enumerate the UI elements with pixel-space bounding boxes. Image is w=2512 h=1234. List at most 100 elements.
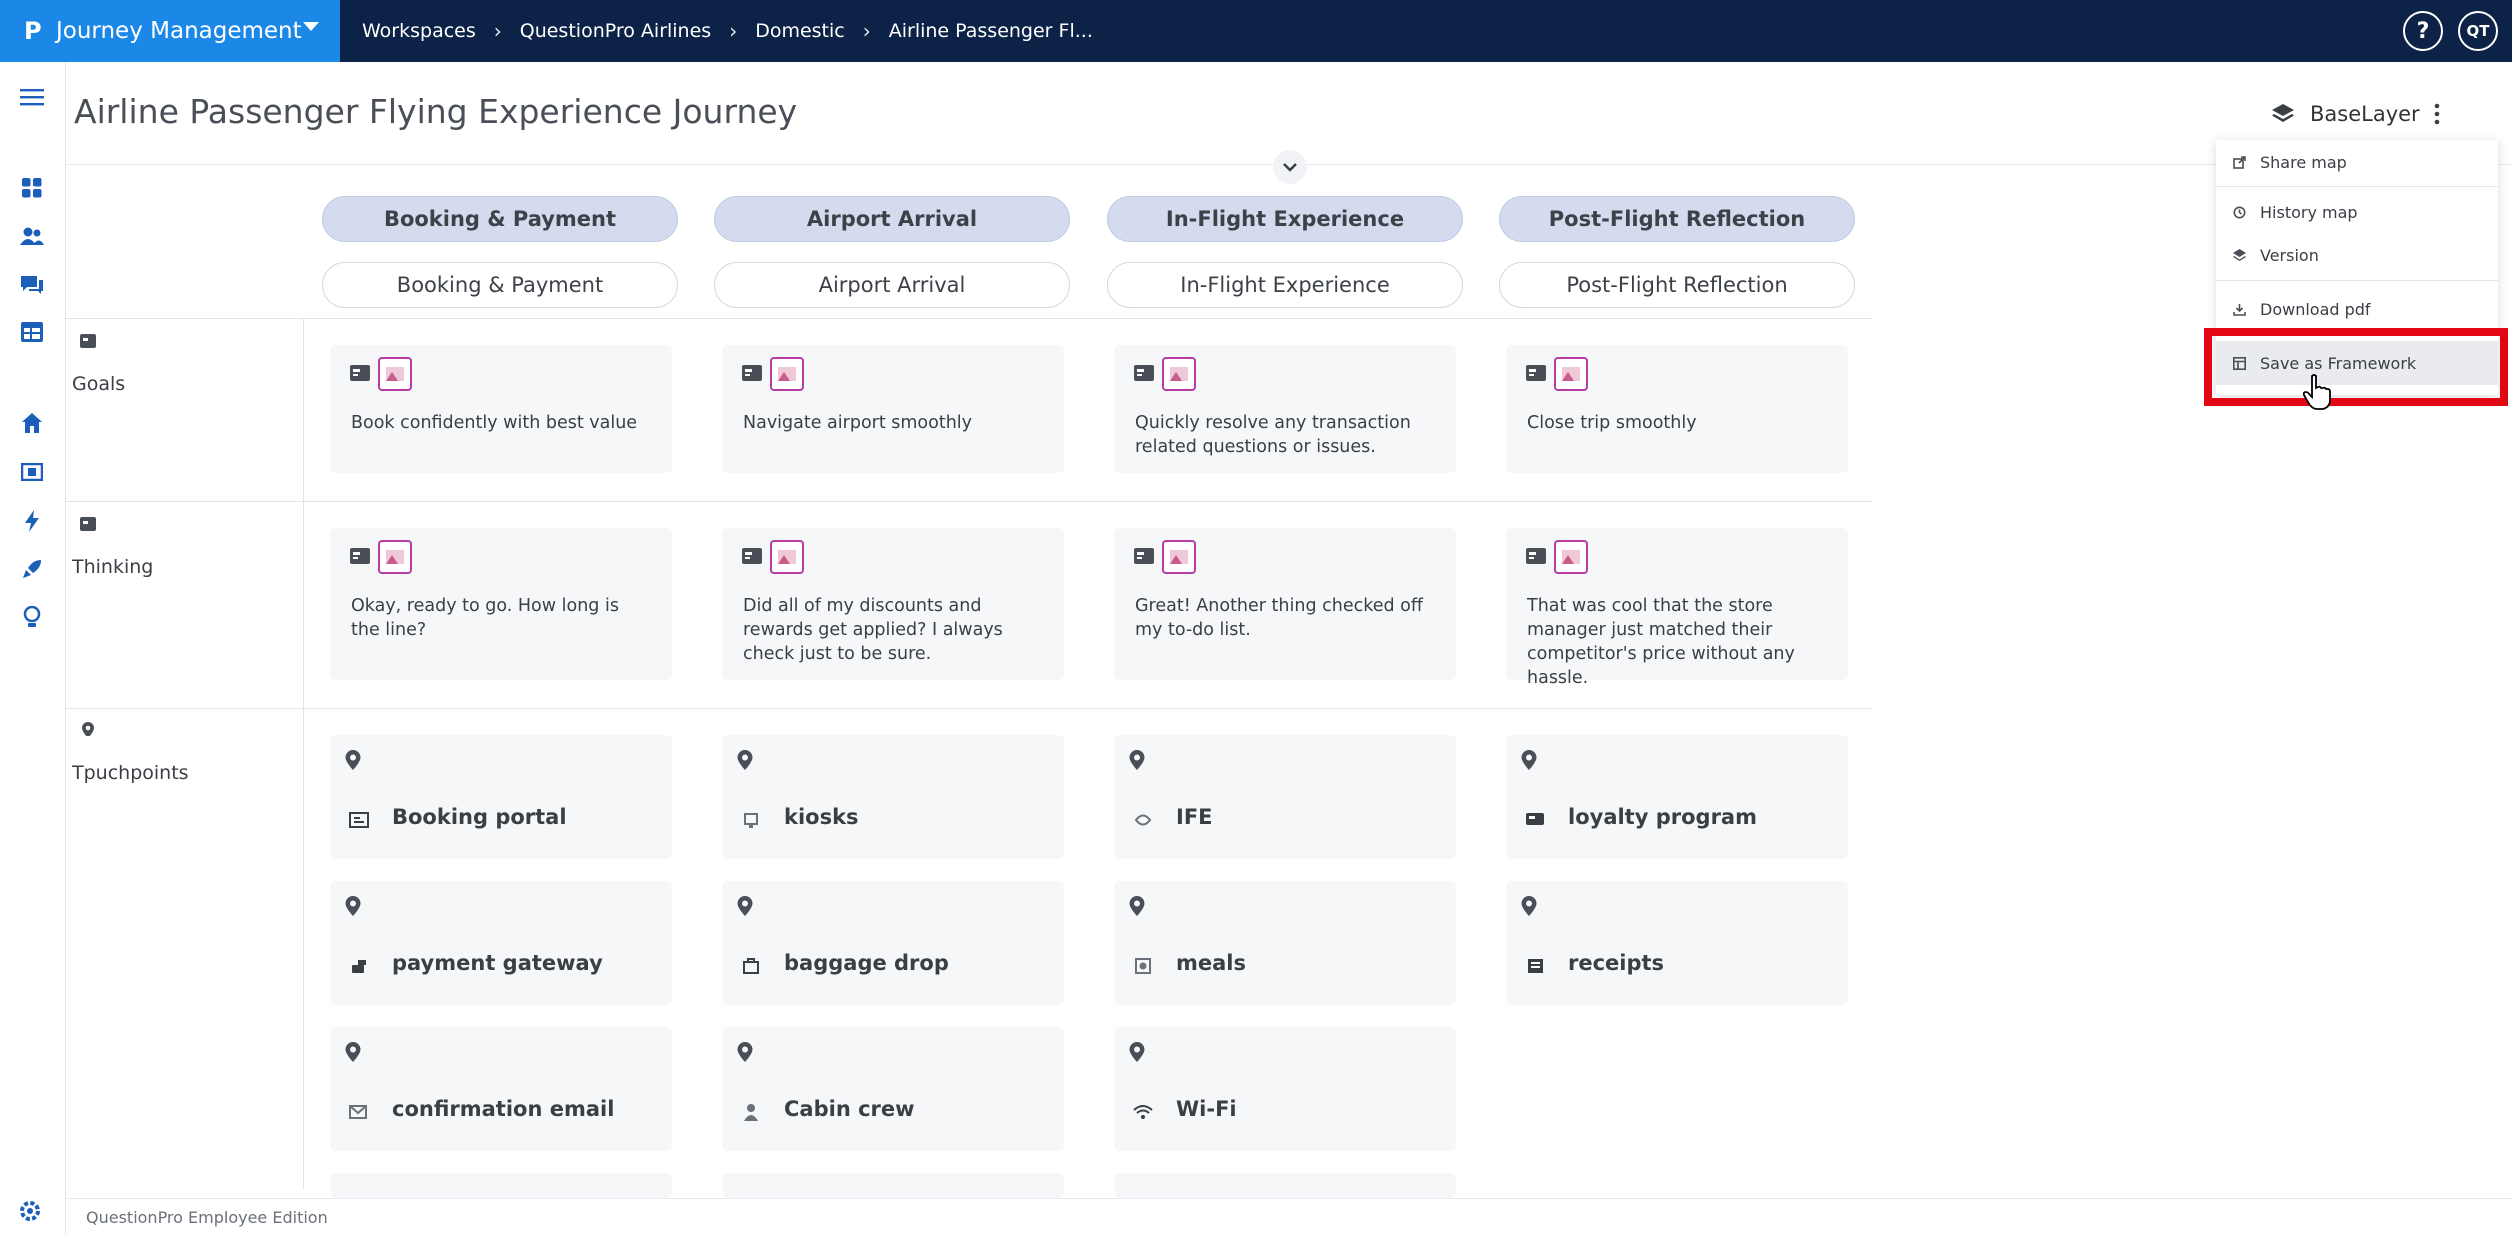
touchpoint-card[interactable]: receipts bbox=[1506, 881, 1848, 1005]
persona-image-icon[interactable] bbox=[378, 540, 412, 574]
lightbulb-icon[interactable] bbox=[19, 604, 45, 630]
sidebar bbox=[0, 62, 66, 1234]
help-button[interactable]: ? bbox=[2403, 11, 2443, 51]
thinking-card[interactable]: Great! Another thing checked off my to-d… bbox=[1114, 528, 1456, 680]
goal-card[interactable]: Close trip smoothly bbox=[1506, 345, 1848, 473]
breadcrumb-folder[interactable]: Domestic bbox=[755, 20, 845, 42]
persona-image-icon[interactable] bbox=[1554, 540, 1588, 574]
menu-item-label: Download pdf bbox=[2260, 299, 2371, 319]
thinking-card[interactable]: That was cool that the store manager jus… bbox=[1506, 528, 1848, 688]
more-vertical-icon[interactable] bbox=[2434, 103, 2440, 125]
card-text: Quickly resolve any transaction related … bbox=[1135, 413, 1411, 457]
questionpro-logo: P bbox=[24, 17, 42, 45]
location-pin-icon bbox=[1521, 750, 1537, 770]
footer: QuestionPro Employee Edition bbox=[66, 1198, 2512, 1234]
booking-portal-icon bbox=[348, 811, 370, 829]
substage-pill[interactable]: Airport Arrival bbox=[714, 262, 1070, 308]
breadcrumb-workspaces[interactable]: Workspaces bbox=[362, 20, 476, 42]
crew-icon bbox=[740, 1103, 762, 1121]
substage-pill[interactable]: In-Flight Experience bbox=[1107, 262, 1463, 308]
meal-icon bbox=[1132, 957, 1154, 975]
home-icon[interactable] bbox=[19, 410, 45, 436]
breadcrumb-workspace[interactable]: QuestionPro Airlines bbox=[520, 20, 711, 42]
touchpoint-card[interactable]: Booking portal bbox=[330, 735, 672, 859]
id-card-icon bbox=[1526, 548, 1546, 564]
touchpoint-name: Wi-Fi bbox=[1176, 1097, 1237, 1121]
menu-item-version[interactable]: Version bbox=[2216, 233, 2498, 277]
footer-text: QuestionPro Employee Edition bbox=[86, 1208, 328, 1227]
card-text: Navigate airport smoothly bbox=[743, 413, 973, 433]
location-pin-icon bbox=[1129, 750, 1145, 770]
location-pin-icon bbox=[737, 750, 753, 770]
substage-pill[interactable]: Booking & Payment bbox=[322, 262, 678, 308]
stage-pill[interactable]: Airport Arrival bbox=[714, 196, 1070, 242]
touchpoint-card[interactable]: payment gateway bbox=[330, 881, 672, 1005]
location-pin-icon bbox=[737, 896, 753, 916]
table-icon[interactable] bbox=[19, 319, 45, 345]
touchpoint-card[interactable]: loyalty program bbox=[1506, 735, 1848, 859]
id-card-icon bbox=[742, 365, 762, 381]
card-text: Okay, ready to go. How long is the line? bbox=[351, 596, 619, 640]
goal-card[interactable]: Book confidently with best value bbox=[330, 345, 672, 473]
collapse-header-button[interactable] bbox=[1273, 150, 1307, 184]
breadcrumb: Workspaces › QuestionPro Airlines › Dome… bbox=[362, 0, 1093, 62]
persona-image-icon[interactable] bbox=[1554, 357, 1588, 391]
persona-image-icon[interactable] bbox=[770, 540, 804, 574]
card-text: That was cool that the store manager jus… bbox=[1527, 596, 1795, 688]
id-card-icon bbox=[80, 517, 96, 531]
thinking-card[interactable]: Okay, ready to go. How long is the line? bbox=[330, 528, 672, 680]
touchpoint-card[interactable] bbox=[722, 1173, 1064, 1198]
touchpoint-card[interactable]: IFE bbox=[1114, 735, 1456, 859]
menu-divider bbox=[2216, 186, 2498, 187]
menu-item-download-pdf[interactable]: Download pdf bbox=[2216, 287, 2498, 331]
touchpoint-card[interactable]: meals bbox=[1114, 881, 1456, 1005]
id-card-icon bbox=[1134, 548, 1154, 564]
touchpoint-name: Booking portal bbox=[392, 805, 567, 829]
app-switcher[interactable]: P Journey Management bbox=[0, 0, 340, 62]
touchpoint-card[interactable]: confirmation email bbox=[330, 1027, 672, 1151]
stage-pill[interactable]: Post-Flight Reflection bbox=[1499, 196, 1855, 242]
chevron-right-icon: › bbox=[729, 19, 738, 43]
touchpoint-card[interactable]: kiosks bbox=[722, 735, 1064, 859]
substage-pill[interactable]: Post-Flight Reflection bbox=[1499, 262, 1855, 308]
goal-card[interactable]: Quickly resolve any transaction related … bbox=[1114, 345, 1456, 473]
id-card-icon bbox=[350, 365, 370, 381]
rocket-icon[interactable] bbox=[19, 556, 45, 582]
card-text: Did all of my discounts and rewards get … bbox=[743, 596, 1003, 664]
app-title: Journey Management bbox=[56, 18, 302, 44]
layer-label: BaseLayer bbox=[2310, 102, 2420, 126]
thinking-card[interactable]: Did all of my discounts and rewards get … bbox=[722, 528, 1064, 680]
menu-item-history-map[interactable]: History map bbox=[2216, 190, 2498, 234]
lightning-icon[interactable] bbox=[19, 508, 45, 534]
hamburger-menu-icon[interactable] bbox=[19, 84, 45, 110]
menu-item-label: Share map bbox=[2260, 152, 2347, 172]
touchpoint-card[interactable] bbox=[1114, 1173, 1456, 1198]
stage-pill[interactable]: Booking & Payment bbox=[322, 196, 678, 242]
menu-item-label: History map bbox=[2260, 202, 2358, 222]
touchpoint-name: IFE bbox=[1176, 805, 1213, 829]
persona-image-icon[interactable] bbox=[770, 357, 804, 391]
email-icon bbox=[348, 1103, 370, 1121]
caret-down-icon[interactable] bbox=[303, 22, 319, 31]
journey-icon[interactable] bbox=[19, 459, 45, 485]
touchpoint-name: confirmation email bbox=[392, 1097, 615, 1121]
menu-item-share-map[interactable]: Share map bbox=[2216, 140, 2498, 184]
touchpoint-card[interactable]: baggage drop bbox=[722, 881, 1064, 1005]
avatar[interactable]: QT bbox=[2458, 11, 2498, 51]
touchpoint-card[interactable] bbox=[330, 1173, 672, 1198]
stage-pill[interactable]: In-Flight Experience bbox=[1107, 196, 1463, 242]
entertainment-icon bbox=[1132, 811, 1154, 829]
users-icon[interactable] bbox=[19, 223, 45, 249]
persona-image-icon[interactable] bbox=[378, 357, 412, 391]
touchpoint-card[interactable]: Wi-Fi bbox=[1114, 1027, 1456, 1151]
goal-card[interactable]: Navigate airport smoothly bbox=[722, 345, 1064, 473]
persona-image-icon[interactable] bbox=[1162, 540, 1196, 574]
layer-selector-button[interactable]: BaseLayer bbox=[2248, 93, 2460, 135]
dashboard-icon[interactable] bbox=[19, 175, 45, 201]
chat-icon[interactable] bbox=[19, 271, 45, 297]
settings-gear-icon[interactable] bbox=[18, 1199, 44, 1225]
id-card-icon bbox=[742, 548, 762, 564]
touchpoint-card[interactable]: Cabin crew bbox=[722, 1027, 1064, 1151]
row-label-touchpoints: Tpuchpoints bbox=[72, 762, 189, 784]
persona-image-icon[interactable] bbox=[1162, 357, 1196, 391]
